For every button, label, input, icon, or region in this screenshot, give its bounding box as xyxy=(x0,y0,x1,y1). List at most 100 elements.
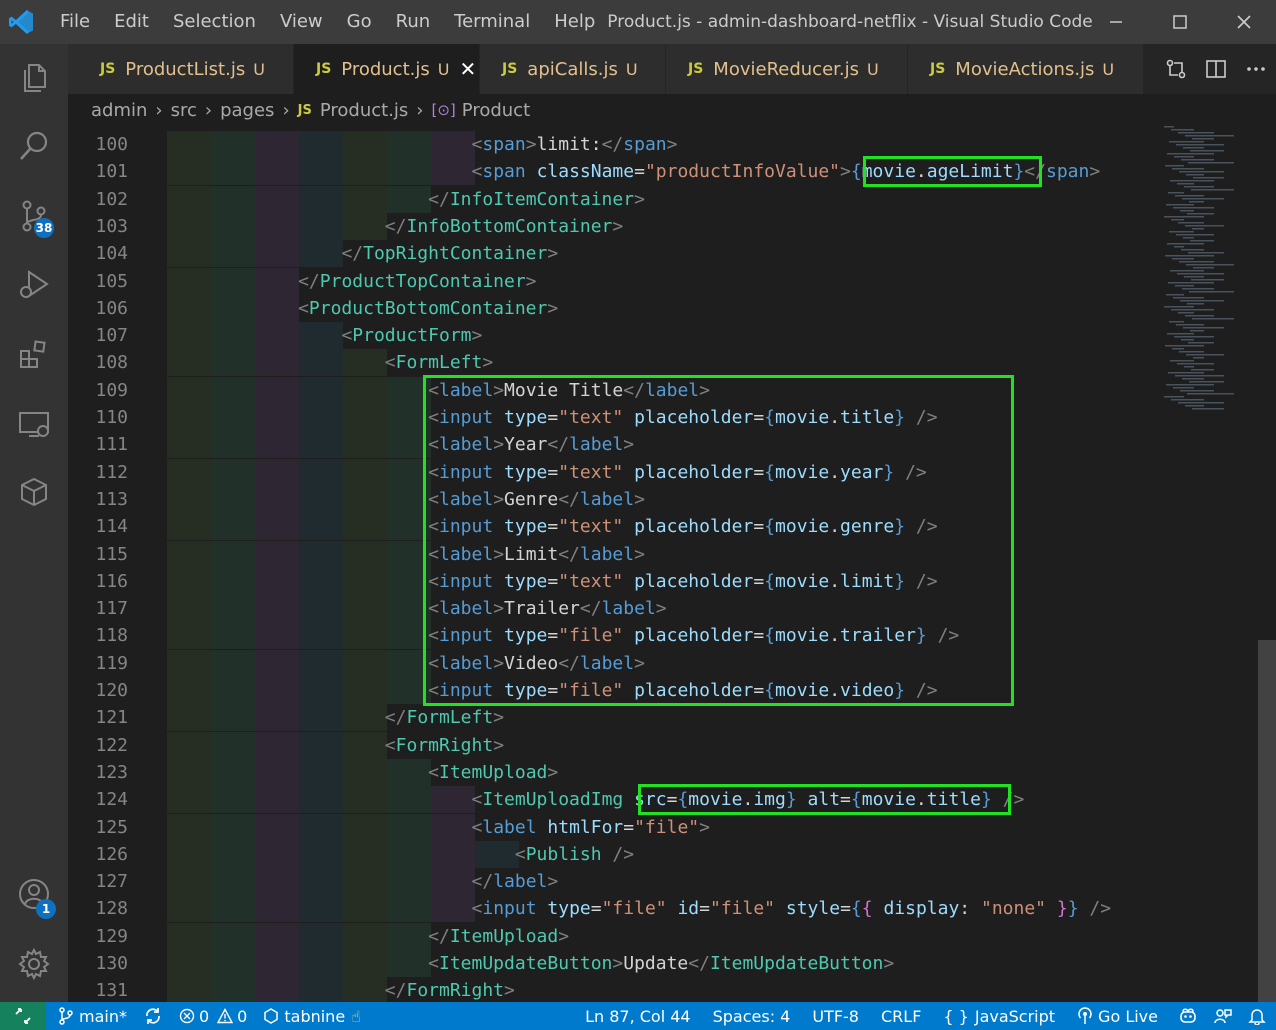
breadcrumb-item-src[interactable]: src xyxy=(171,100,197,121)
indent-guide xyxy=(299,567,343,595)
code-line[interactable]: 110 <input type="text" placeholder={movie… xyxy=(68,404,1160,431)
indent-guide xyxy=(167,267,211,295)
code-line[interactable]: 118 <input type="file" placeholder={movie… xyxy=(68,622,1160,650)
source-control-button[interactable]: 38 xyxy=(0,186,68,246)
problems-indicator[interactable]: 0 0 xyxy=(171,1002,255,1030)
warning-icon xyxy=(217,1008,234,1024)
encoding[interactable]: UTF-8 xyxy=(798,1002,867,1030)
remote-indicator[interactable] xyxy=(0,1002,46,1030)
hand-pointer-icon: ☝ xyxy=(351,1006,361,1026)
code-line[interactable]: 128 <input type="file" id="file" style={{… xyxy=(68,895,1160,923)
run-debug-button[interactable] xyxy=(0,254,68,314)
indent-guide xyxy=(167,622,211,650)
menu-edit[interactable]: Edit xyxy=(102,0,161,44)
branch-indicator[interactable]: main* xyxy=(46,1002,135,1030)
extensions-button[interactable] xyxy=(0,324,68,384)
code-line[interactable]: 116 <input type="text" placeholder={movie… xyxy=(68,567,1160,595)
docker-button[interactable] xyxy=(0,462,68,522)
code-line[interactable]: 100 <span>limit:</span> xyxy=(68,131,1160,158)
tab-movieactions[interactable]: JS MovieActions.js U xyxy=(908,44,1144,94)
cursor-position[interactable]: Ln 87, Col 44 xyxy=(577,1002,699,1030)
code-line[interactable]: 130 <ItemUpdateButton>Update</ItemUpdateB… xyxy=(68,950,1160,977)
menu-view[interactable]: View xyxy=(268,0,335,44)
minimize-button[interactable] xyxy=(1084,0,1148,44)
accounts-button[interactable]: 1 xyxy=(0,864,68,924)
menu-terminal[interactable]: Terminal xyxy=(442,0,542,44)
code-line[interactable]: 109 <label>Movie Title</label> xyxy=(68,376,1160,404)
feedback-button[interactable] xyxy=(1206,1002,1240,1030)
code-line[interactable]: 102 </InfoItemContainer> xyxy=(68,185,1160,213)
manage-button[interactable] xyxy=(0,934,68,994)
tab-moviereducer[interactable]: JS MovieReducer.js U xyxy=(666,44,908,94)
language-mode[interactable]: { } JavaScript xyxy=(929,1002,1063,1030)
menu-file[interactable]: File xyxy=(48,0,102,44)
code-line[interactable]: 103 </InfoBottomContainer> xyxy=(68,212,1160,240)
menu-help[interactable]: Help xyxy=(542,0,607,44)
code-line[interactable]: 131 </FormRight> xyxy=(68,977,1160,1002)
indent-guide xyxy=(299,704,343,732)
indent-guide xyxy=(343,431,387,459)
code-line[interactable]: 123 <ItemUpload> xyxy=(68,758,1160,786)
code-line[interactable]: 125 <label htmlFor="file"> xyxy=(68,813,1160,841)
line-number: 121 xyxy=(95,707,128,729)
scrollbar-thumb[interactable] xyxy=(1258,640,1276,1002)
close-tab-icon[interactable]: ✕ xyxy=(459,57,476,81)
code-line[interactable]: 108 <FormLeft> xyxy=(68,349,1160,377)
code-line[interactable]: 114 <input type="text" placeholder={movie… xyxy=(68,513,1160,541)
code-text: <ProductBottomContainer> xyxy=(298,297,559,319)
go-live-button[interactable]: Go Live xyxy=(1063,1002,1166,1030)
menu-selection[interactable]: Selection xyxy=(161,0,268,44)
notifications-button[interactable] xyxy=(1240,1002,1276,1030)
error-count: 0 xyxy=(198,1006,210,1026)
code-line[interactable]: 107 <ProductForm> xyxy=(68,322,1160,350)
extensions-icon xyxy=(20,340,46,368)
end-of-line[interactable]: CRLF xyxy=(867,1002,929,1030)
code-line[interactable]: 105 </ProductTopContainer> xyxy=(68,267,1160,295)
code-line[interactable]: 122 <FormRight> xyxy=(68,731,1160,759)
code-editor[interactable]: 100 <span>limit:</span> 101 <span className… xyxy=(68,131,1160,1002)
indent-guide xyxy=(387,649,431,677)
line-number: 125 xyxy=(95,816,128,838)
code-line[interactable]: 124 <ItemUploadImg src={movie.img} alt={m… xyxy=(68,786,1160,814)
indent-guide xyxy=(343,212,387,240)
code-text: <input type="file" placeholder={movie.tr… xyxy=(428,625,960,647)
explorer-button[interactable] xyxy=(0,48,68,108)
menu-run[interactable]: Run xyxy=(384,0,443,44)
tab-product[interactable]: JS Product.js U ✕ xyxy=(294,44,480,94)
minimap[interactable] xyxy=(1160,126,1260,1002)
code-line[interactable]: 119 <label>Video</label> xyxy=(68,649,1160,677)
copilot-button[interactable] xyxy=(1166,1002,1206,1030)
code-line[interactable]: 111 <label>Year</label> xyxy=(68,431,1160,459)
open-changes-button[interactable] xyxy=(1156,44,1196,94)
tab-productlist[interactable]: JS ProductList.js U xyxy=(68,44,294,94)
maximize-icon xyxy=(1173,15,1187,29)
breadcrumb-item-symbol[interactable]: Product xyxy=(462,100,530,121)
code-line[interactable]: 113 <label>Genre</label> xyxy=(68,485,1160,513)
indentation[interactable]: Spaces: 4 xyxy=(699,1002,799,1030)
indent-guide xyxy=(255,458,299,486)
tab-apicalls[interactable]: JS apiCalls.js U xyxy=(480,44,666,94)
code-line[interactable]: 120 <input type="file" placeholder={movie… xyxy=(68,677,1160,704)
code-line[interactable]: 115 <label>Limit</label> xyxy=(68,540,1160,568)
code-line[interactable]: 104 </TopRightContainer> xyxy=(68,240,1160,268)
breadcrumb-item-admin[interactable]: admin xyxy=(91,100,147,121)
search-button[interactable] xyxy=(0,116,68,176)
sync-button[interactable] xyxy=(135,1002,171,1030)
code-line[interactable]: 126 <Publish /> xyxy=(68,840,1160,868)
breadcrumb-item-pages[interactable]: pages xyxy=(220,100,274,121)
code-line[interactable]: 121 </FormLeft> xyxy=(68,704,1160,732)
code-line[interactable]: 117 <label>Trailer</label> xyxy=(68,595,1160,623)
code-line[interactable]: 112 <input type="text" placeholder={movie… xyxy=(68,458,1160,486)
code-line[interactable]: 106 <ProductBottomContainer> xyxy=(68,294,1160,322)
close-window-button[interactable] xyxy=(1212,0,1276,44)
more-actions-button[interactable] xyxy=(1236,44,1276,94)
breadcrumb-item-file[interactable]: Product.js xyxy=(320,100,408,121)
split-editor-button[interactable] xyxy=(1196,44,1236,94)
maximize-button[interactable] xyxy=(1148,0,1212,44)
menu-go[interactable]: Go xyxy=(335,0,384,44)
code-line[interactable]: 127 </label> xyxy=(68,868,1160,896)
code-line[interactable]: 129 </ItemUpload> xyxy=(68,922,1160,950)
code-line[interactable]: 101 <span className="productInfoValue">{m… xyxy=(68,158,1160,186)
remote-explorer-button[interactable] xyxy=(0,394,68,454)
tabnine-indicator[interactable]: tabnine ☝ xyxy=(255,1002,369,1030)
